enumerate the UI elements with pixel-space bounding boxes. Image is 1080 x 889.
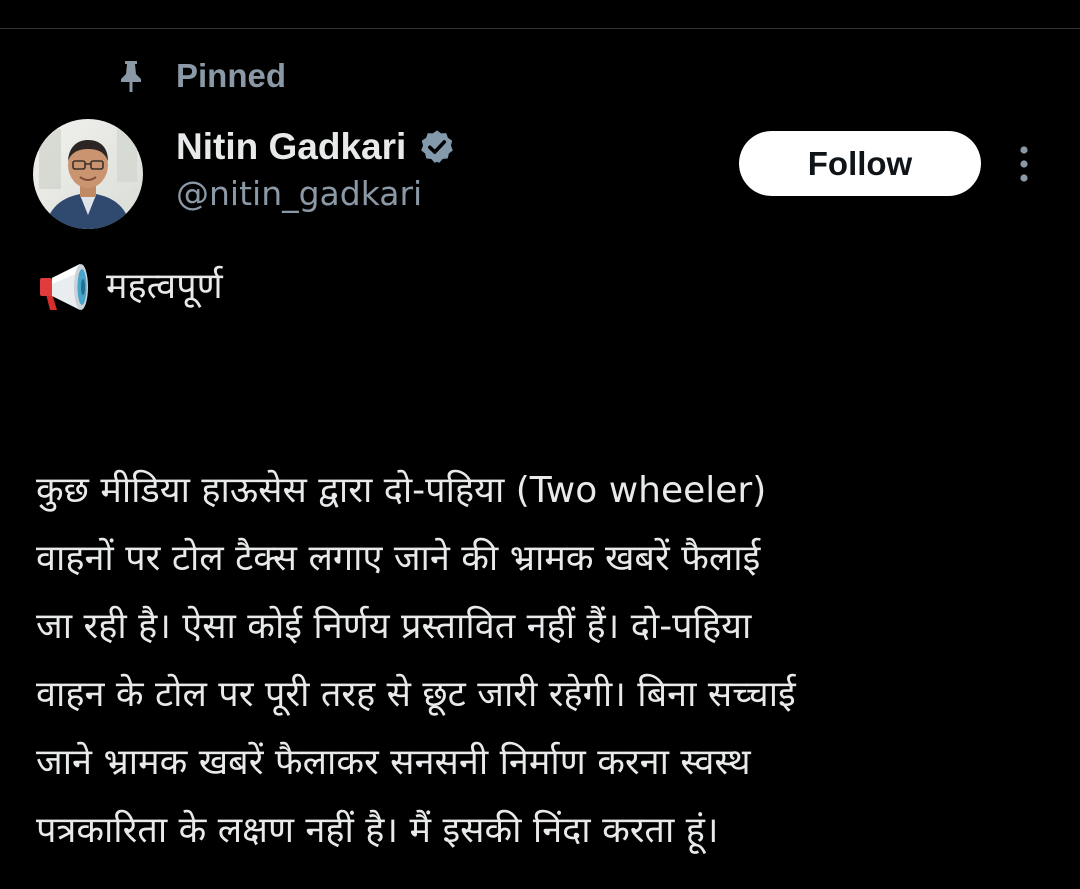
tweet-line: पत्रकारिता के लक्षण नहीं है। मैं इसकी नि… xyxy=(36,810,719,851)
handle[interactable]: @nitin_gadkari xyxy=(176,174,456,213)
name-row: Nitin Gadkari xyxy=(176,122,456,172)
pinned-label: Pinned xyxy=(176,57,287,94)
tweet-headline-text: महत्वपूर्ण xyxy=(106,266,223,307)
megaphone-icon xyxy=(36,258,94,316)
avatar[interactable] xyxy=(33,119,143,229)
pin-icon xyxy=(118,59,144,93)
tweet-headline: महत्वपूर्ण xyxy=(36,253,1046,321)
tweet-line: वाहन के टोल पर पूरी तरह से छूट जारी रहेग… xyxy=(36,674,796,715)
tweet-line: जा रही है। ऐसा कोई निर्णय प्रस्तावित नही… xyxy=(36,606,752,647)
tweet-line: जाने भ्रामक खबरें फैलाकर सनसनी निर्माण क… xyxy=(36,742,751,783)
tweet-text: महत्वपूर्ण कुछ मीडिया हाऊसेस द्वारा दो-प… xyxy=(36,253,1046,865)
display-name[interactable]: Nitin Gadkari xyxy=(176,126,406,168)
more-options-icon[interactable] xyxy=(1012,144,1036,184)
pinned-indicator: Pinned xyxy=(118,56,286,96)
author-info: Nitin Gadkari @nitin_gadkari xyxy=(176,122,456,213)
verified-badge-icon xyxy=(418,128,456,166)
tweet-line: कुछ मीडिया हाऊसेस द्वारा दो-पहिया (Two w… xyxy=(36,470,767,511)
top-divider xyxy=(0,28,1080,29)
tweet-line: वाहनों पर टोल टैक्स लगाए जाने की भ्रामक … xyxy=(36,538,761,579)
follow-button[interactable]: Follow xyxy=(739,131,981,196)
